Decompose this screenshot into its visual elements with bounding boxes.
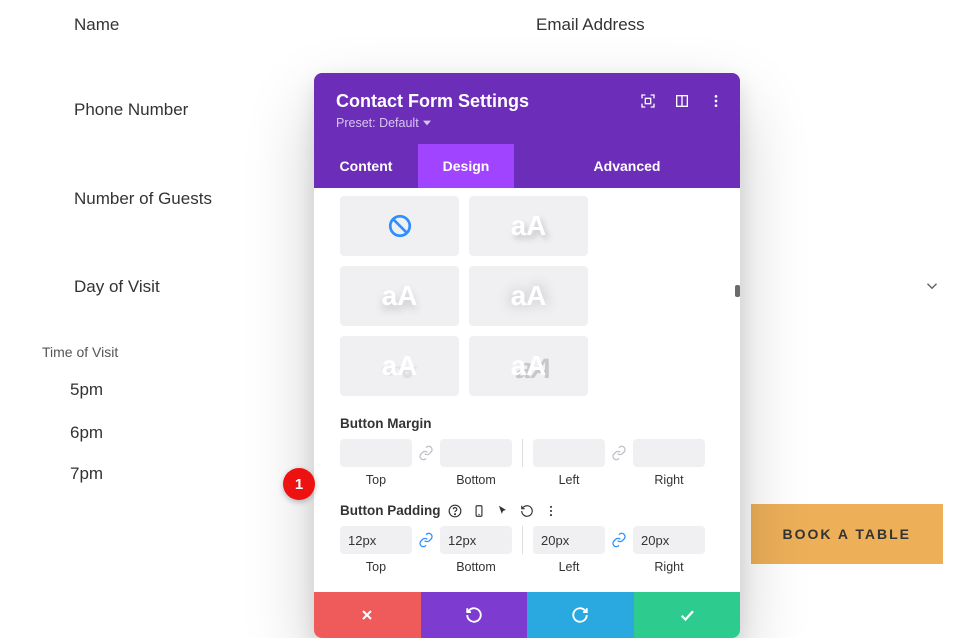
modal-body: aA aA aA aA aA aA aA aA aA aA Button Mar… [314, 188, 740, 592]
shadow-preset-5[interactable]: aA aA [340, 336, 459, 396]
phone-icon[interactable] [472, 504, 486, 518]
tab-content[interactable]: Content [314, 144, 418, 188]
redo-button[interactable] [527, 592, 634, 638]
aa-icon: aA [511, 350, 547, 382]
padding-top-input[interactable] [340, 526, 412, 554]
margin-top-label: Top [366, 473, 386, 487]
text-shadow-presets: aA aA aA aA aA aA aA aA aA aA [340, 196, 714, 396]
book-table-button[interactable]: BOOK A TABLE [751, 504, 943, 564]
padding-right-input[interactable] [633, 526, 705, 554]
preset-dropdown[interactable]: Preset: Default [336, 116, 431, 130]
caret-down-icon [423, 119, 431, 127]
tab-design[interactable]: Design [418, 144, 514, 188]
link-vertical-icon[interactable] [416, 443, 436, 463]
chevron-down-icon[interactable] [923, 277, 941, 300]
shadow-preset-4[interactable]: aA aA [469, 266, 588, 326]
button-margin-row: Top Bottom Left Right [340, 439, 714, 487]
shadow-preset-2[interactable]: aA aA [469, 196, 588, 256]
field-guests[interactable]: Number of Guests [74, 189, 212, 209]
annotation-badge-1: 1 [283, 468, 315, 500]
margin-left-label: Left [559, 473, 580, 487]
time-option-6pm[interactable]: 6pm [70, 423, 103, 443]
shadow-preset-3[interactable]: aA aA [340, 266, 459, 326]
cursor-icon[interactable] [496, 504, 510, 518]
padding-bottom-label: Bottom [456, 560, 496, 574]
time-of-visit-label: Time of Visit [42, 344, 118, 360]
scrollbar-thumb[interactable] [735, 285, 740, 297]
undo-button[interactable] [421, 592, 528, 638]
padding-right-label: Right [654, 560, 683, 574]
margin-right-input[interactable] [633, 439, 705, 467]
save-button[interactable] [634, 592, 741, 638]
field-email[interactable]: Email Address [536, 15, 645, 35]
more-icon[interactable] [708, 93, 724, 109]
button-padding-label: Button Padding [340, 503, 440, 518]
aa-icon: aA [511, 280, 547, 312]
divider [522, 526, 523, 554]
field-phone[interactable]: Phone Number [74, 100, 188, 120]
close-icon [359, 607, 375, 623]
margin-left-input[interactable] [533, 439, 605, 467]
more-vert-icon[interactable] [544, 504, 558, 518]
link-horizontal-icon[interactable] [609, 530, 629, 550]
margin-bottom-input[interactable] [440, 439, 512, 467]
time-option-5pm[interactable]: 5pm [70, 380, 103, 400]
check-icon [678, 606, 696, 624]
undo-icon [465, 606, 483, 624]
cancel-button[interactable] [314, 592, 421, 638]
margin-top-input[interactable] [340, 439, 412, 467]
padding-left-input[interactable] [533, 526, 605, 554]
link-horizontal-icon[interactable] [609, 443, 629, 463]
modal-tabs: Content Design Advanced [314, 144, 740, 188]
help-icon[interactable] [448, 504, 462, 518]
redo-icon [571, 606, 589, 624]
expand-icon[interactable] [640, 93, 656, 109]
padding-left-label: Left [559, 560, 580, 574]
padding-top-label: Top [366, 560, 386, 574]
tab-advanced[interactable]: Advanced [514, 144, 740, 188]
field-name[interactable]: Name [74, 15, 119, 35]
aa-icon: aA [382, 350, 418, 382]
button-padding-label-row: Button Padding [340, 503, 714, 518]
aa-icon: aA [382, 280, 418, 312]
shadow-none[interactable] [340, 196, 459, 256]
divider [522, 439, 523, 467]
modal-footer [314, 592, 740, 638]
prohibit-icon [387, 213, 413, 239]
field-day[interactable]: Day of Visit [74, 277, 160, 297]
padding-bottom-input[interactable] [440, 526, 512, 554]
contact-form-settings-modal: Contact Form Settings Preset: Default Co… [314, 73, 740, 638]
margin-bottom-label: Bottom [456, 473, 496, 487]
link-vertical-icon[interactable] [416, 530, 436, 550]
preset-label: Preset: Default [336, 116, 419, 130]
panel-icon[interactable] [674, 93, 690, 109]
reset-icon[interactable] [520, 504, 534, 518]
time-option-7pm[interactable]: 7pm [70, 464, 103, 484]
button-padding-row: Top Bottom Left Right [340, 526, 714, 574]
shadow-preset-6[interactable]: aA aA [469, 336, 588, 396]
button-margin-label: Button Margin [340, 416, 714, 431]
aa-icon: aA [511, 210, 547, 242]
margin-right-label: Right [654, 473, 683, 487]
modal-header: Contact Form Settings Preset: Default [314, 73, 740, 144]
